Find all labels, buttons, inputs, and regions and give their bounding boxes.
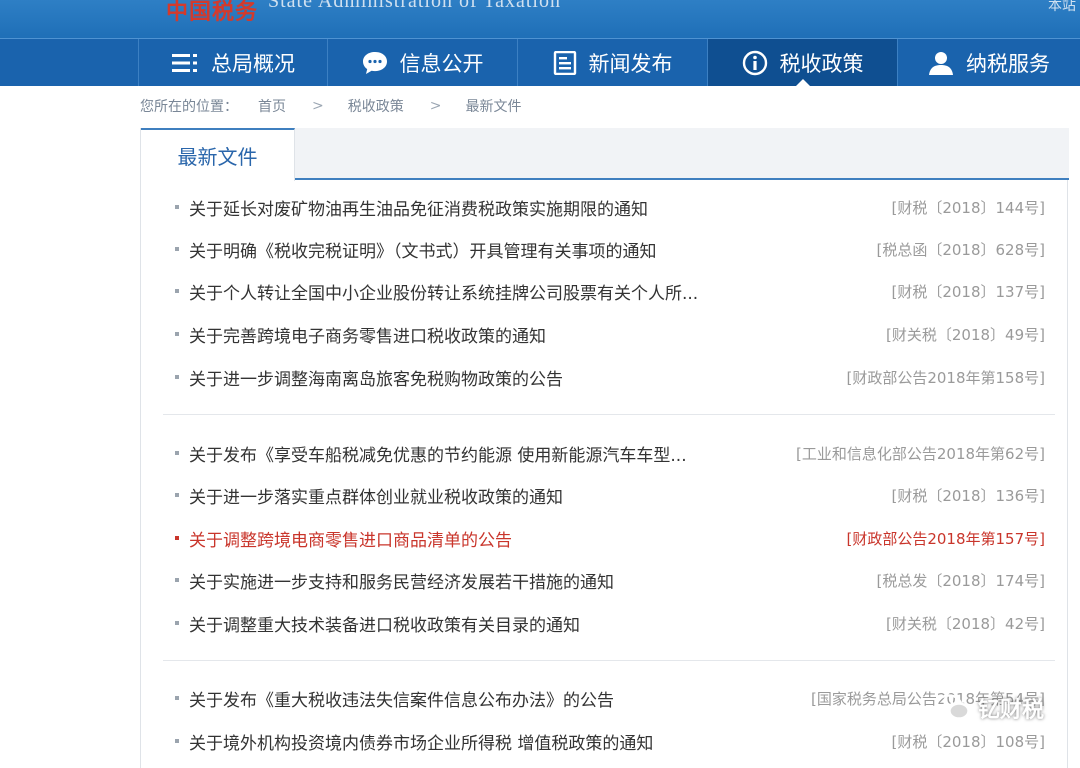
- list-item[interactable]: 关于进一步落实重点群体创业就业税收政策的通知 [财税〔2018〕136号]: [141, 478, 1069, 512]
- document-code: [财政部公告2018年第157号]: [846, 529, 1045, 548]
- wechat-icon: [935, 694, 970, 722]
- bullet-icon: [175, 739, 179, 743]
- site-subtitle-en: State Administration of Taxation: [268, 0, 561, 12]
- list-item[interactable]: 关于完善跨境电子商务零售进口税收政策的通知 [财关税〔2018〕49号]: [141, 317, 1069, 351]
- bullet-icon: [175, 621, 179, 625]
- breadcrumb-tax-policy[interactable]: 税收政策: [348, 96, 404, 116]
- info-icon: [742, 50, 768, 76]
- speech-bubble-icon: [362, 51, 388, 75]
- list-item[interactable]: 关于发布《重大税收违法失信案件信息公布办法》的公告 [国家税务总局公告2018年…: [141, 681, 1069, 715]
- list-item[interactable]: 关于实施进一步支持和服务民营经济发展若干措施的通知 [税总发〔2018〕174号…: [141, 563, 1069, 597]
- bullet-icon: [175, 696, 179, 700]
- document-title[interactable]: 关于调整跨境电商零售进口商品清单的公告: [189, 526, 512, 551]
- list-item[interactable]: 关于明确《税收完税证明》（文书式）开具管理有关事项的通知 [税总函〔2018〕6…: [141, 232, 1069, 266]
- bullet-icon: [175, 375, 179, 379]
- document-title[interactable]: 关于进一步落实重点群体创业就业税收政策的通知: [189, 483, 563, 508]
- nav-item-info-disclosure[interactable]: 信息公开: [328, 39, 518, 86]
- nav-item-overview[interactable]: 总局概况: [138, 39, 328, 86]
- breadcrumb-separator: >: [312, 98, 324, 114]
- breadcrumb-label: 您所在的位置：: [140, 99, 238, 115]
- bullet-icon: [175, 205, 179, 209]
- nav-item-label: 纳税服务: [966, 51, 1050, 76]
- breadcrumb-home[interactable]: 首页: [258, 96, 286, 116]
- list-item[interactable]: 关于进一步调整海南离岛旅客免税购物政策的公告 [财政部公告2018年第158号]: [141, 360, 1069, 394]
- document-title[interactable]: 关于发布《享受车船税减免优惠的节约能源 使用新能源汽车车型...: [189, 441, 687, 466]
- document-title[interactable]: 关于完善跨境电子商务零售进口税收政策的通知: [189, 322, 546, 347]
- breadcrumb-separator: >: [429, 98, 442, 114]
- list-item[interactable]: 关于个人转让全国中小企业股份转让系统挂牌公司股票有关个人所... [财税〔201…: [141, 274, 1069, 308]
- document-title[interactable]: 关于个人转让全国中小企业股份转让系统挂牌公司股票有关个人所...: [189, 279, 698, 304]
- bullet-icon: [175, 332, 179, 336]
- list-icon: [171, 52, 199, 74]
- document-code: [财税〔2018〕137号]: [891, 282, 1045, 301]
- document-title[interactable]: 关于境外机构投资境内债券市场企业所得税 增值税政策的通知: [189, 729, 653, 754]
- document-code: [财政部公告2018年第158号]: [846, 368, 1045, 387]
- nav-item-tax-policy[interactable]: 税收政策: [708, 39, 898, 87]
- document-title[interactable]: 关于进一步调整海南离岛旅客免税购物政策的公告: [189, 365, 563, 390]
- document-code: [财税〔2018〕144号]: [891, 198, 1045, 217]
- bullet-icon: [175, 451, 179, 455]
- document-code: [工业和信息化部公告2018年第62号]: [796, 444, 1045, 463]
- bullet-icon: [175, 493, 179, 497]
- document-code: [财关税〔2018〕42号]: [886, 614, 1045, 633]
- document-code: [财关税〔2018〕49号]: [886, 325, 1045, 344]
- document-code: [税总函〔2018〕628号]: [876, 240, 1045, 259]
- document-title[interactable]: 关于实施进一步支持和服务民营经济发展若干措施的通知: [189, 568, 614, 593]
- bullet-icon: [175, 536, 179, 540]
- list-item[interactable]: 关于延长对废矿物油再生油品免征消费税政策实施期限的通知 [财税〔2018〕144…: [141, 190, 1069, 224]
- group-divider: [163, 414, 1055, 415]
- bullet-icon: [175, 578, 179, 582]
- latest-documents-panel: 最新文件 关于延长对废矿物油再生油品免征消费税政策实施期限的通知 [财税〔201…: [140, 128, 1069, 768]
- list-item[interactable]: 关于发布《享受车船税减免优惠的节约能源 使用新能源汽车车型... [工业和信息化…: [141, 436, 1069, 470]
- document-title[interactable]: 关于明确《税收完税证明》（文书式）开具管理有关事项的通知: [189, 237, 657, 262]
- header-right-text[interactable]: 本站: [1048, 0, 1076, 15]
- site-header: 中国税务 State Administration of Taxation 本站: [0, 0, 1080, 38]
- nav-item-label: 总局概况: [211, 51, 295, 76]
- document-icon: [553, 50, 577, 75]
- group-divider: [163, 660, 1055, 661]
- document-title[interactable]: 关于发布《重大税收违法失信案件信息公布办法》的公告: [189, 686, 614, 711]
- bullet-icon: [175, 289, 179, 293]
- nav-item-taxpayer-service[interactable]: 纳税服务: [898, 39, 1080, 86]
- list-item-highlighted[interactable]: 关于调整跨境电商零售进口商品清单的公告 [财政部公告2018年第157号]: [141, 521, 1069, 555]
- breadcrumb: 您所在的位置： 首页 > 税收政策 > 最新文件: [140, 96, 521, 116]
- user-icon: [928, 50, 954, 76]
- panel-tabbar: 最新文件: [141, 128, 1069, 181]
- nav-item-label: 新闻发布: [588, 51, 673, 76]
- active-indicator: [794, 79, 811, 87]
- watermark: 钇财税: [935, 692, 1044, 724]
- tab-latest-documents[interactable]: 最新文件: [141, 128, 295, 181]
- list-item[interactable]: 关于境外机构投资境内债券市场企业所得税 增值税政策的通知 [财税〔2018〕10…: [141, 724, 1069, 758]
- bullet-icon: [175, 247, 179, 251]
- document-title[interactable]: 关于调整重大技术装备进口税收政策有关目录的通知: [189, 611, 580, 636]
- list-item[interactable]: 关于调整重大技术装备进口税收政策有关目录的通知 [财关税〔2018〕42号]: [141, 606, 1069, 640]
- breadcrumb-current[interactable]: 最新文件: [465, 96, 521, 116]
- nav-item-label: 信息公开: [399, 51, 484, 76]
- main-nav: 总局概况 信息公开 新闻发布 税收政策 纳税服务: [0, 38, 1080, 87]
- document-code: [财税〔2018〕108号]: [891, 732, 1045, 751]
- watermark-text: 钇财税: [977, 698, 1044, 723]
- document-title[interactable]: 关于延长对废矿物油再生油品免征消费税政策实施期限的通知: [189, 195, 648, 220]
- nav-item-news[interactable]: 新闻发布: [518, 39, 708, 86]
- document-code: [税总发〔2018〕174号]: [876, 571, 1045, 590]
- site-logo[interactable]: 中国税务: [166, 0, 258, 26]
- document-code: [财税〔2018〕136号]: [891, 486, 1045, 505]
- nav-item-label: 税收政策: [779, 51, 864, 76]
